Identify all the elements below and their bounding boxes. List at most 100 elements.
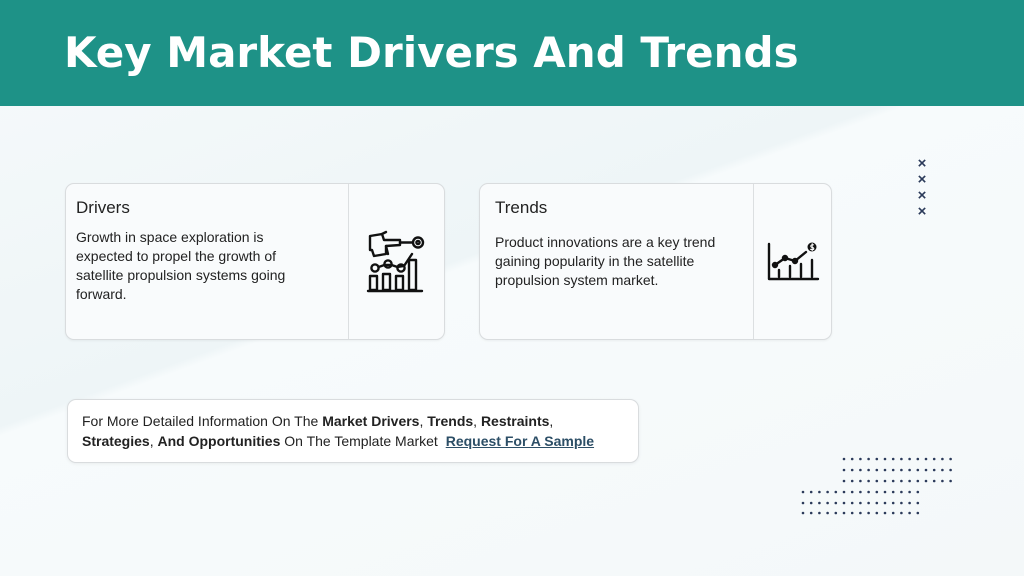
info-bold-trends: Trends (427, 413, 474, 429)
decor-dot (859, 468, 862, 472)
decor-dot (891, 511, 895, 515)
decor-dot (875, 501, 879, 505)
decorative-dot-grid (801, 457, 952, 515)
drivers-card: Drivers Growth in space exploration is e… (65, 183, 445, 340)
decor-dot (883, 479, 887, 483)
trends-text: Product innovations are a key trend gain… (495, 234, 716, 288)
decor-dot (891, 479, 895, 483)
decor-dot (908, 457, 911, 461)
decor-dot (826, 511, 829, 515)
decor-dot (875, 511, 879, 515)
decor-dot (941, 479, 944, 483)
decor-dot (891, 457, 895, 461)
decor-dot (883, 501, 887, 505)
decor-dot (867, 501, 870, 505)
decor-dot (842, 457, 846, 461)
decor-dot (891, 501, 895, 505)
decor-dot (842, 511, 846, 515)
decor-dot (834, 490, 838, 494)
decor-dot (883, 511, 887, 515)
decor-dot (908, 479, 911, 483)
drivers-icon-box (349, 184, 444, 339)
decor-dot (908, 490, 911, 494)
decor-dot (801, 501, 805, 505)
decor-dot (883, 490, 887, 494)
decor-dot (842, 479, 846, 483)
decor-dot (850, 511, 854, 515)
decor-dot (875, 479, 879, 483)
decor-dot (850, 501, 854, 505)
decor-dot (941, 468, 944, 472)
decor-dot (900, 457, 903, 461)
decor-dot (924, 457, 928, 461)
trends-title: Trends (495, 198, 548, 217)
decor-dot (883, 468, 887, 472)
x-mark-icon: × (917, 203, 927, 220)
decor-dot (916, 457, 920, 461)
decor-dot (867, 457, 870, 461)
trends-card: Trends Product innovations are a key tre… (479, 183, 832, 340)
decor-dot (900, 479, 903, 483)
decor-dot (834, 511, 838, 515)
header-bar: Key Market Drivers And Trends (0, 0, 1024, 106)
decor-dot (908, 511, 911, 515)
decor-dot (924, 479, 928, 483)
presentation-chart-icon (366, 230, 424, 292)
decor-dot (900, 468, 903, 472)
decor-dot (850, 479, 854, 483)
drivers-text: Growth in space exploration is expected … (76, 229, 286, 302)
decor-dot (809, 490, 813, 494)
decor-dot (818, 511, 821, 515)
decor-dot (826, 490, 829, 494)
decor-dot (949, 468, 952, 472)
decor-dot (859, 511, 862, 515)
x-mark-icon: × (917, 187, 927, 204)
decor-dot (867, 511, 870, 515)
decor-dot (850, 468, 854, 472)
decor-dot (801, 511, 805, 515)
decor-dot (908, 468, 911, 472)
decorative-x-marks: × × × × (914, 156, 930, 220)
decor-dot (949, 457, 952, 461)
decor-dot (867, 479, 870, 483)
decor-dot (924, 468, 928, 472)
info-text: On The Template Market (280, 433, 442, 449)
decor-dot (859, 490, 862, 494)
decor-dot (834, 501, 838, 505)
decor-dot (932, 479, 936, 483)
decor-dot (875, 468, 879, 472)
decor-dot (809, 511, 813, 515)
decor-dot (916, 490, 920, 494)
x-mark-icon: × (917, 171, 927, 188)
decor-dot (818, 501, 821, 505)
decor-dot (941, 457, 944, 461)
info-text: , (549, 413, 554, 429)
decor-dot (932, 457, 936, 461)
decor-dot (916, 501, 920, 505)
info-bold-opportunities: And Opportunities (157, 433, 281, 449)
decor-dot (916, 468, 920, 472)
decor-dot (900, 501, 903, 505)
decor-dot (859, 501, 862, 505)
decor-dot (891, 490, 895, 494)
decor-dot (916, 479, 920, 483)
decor-dot (932, 468, 936, 472)
decor-dot (949, 479, 952, 483)
decor-dot (850, 490, 854, 494)
decor-dot (842, 501, 846, 505)
decor-dot (891, 468, 895, 472)
info-text: For More Detailed Information On The (82, 413, 323, 429)
decor-dot (859, 479, 862, 483)
decor-dot (850, 457, 854, 461)
info-bold-restraints: Restraints (480, 413, 550, 429)
growth-chart-icon (767, 242, 819, 280)
decor-dot (875, 457, 879, 461)
decor-dot (842, 468, 846, 472)
decor-dot (818, 490, 821, 494)
decor-dot (916, 511, 920, 515)
decor-dot (900, 490, 903, 494)
decor-dot (883, 457, 887, 461)
trends-icon-box (754, 184, 831, 339)
request-sample-link[interactable]: Request For A Sample (446, 433, 594, 449)
more-info-box: For More Detailed Information On The Mar… (67, 399, 639, 463)
